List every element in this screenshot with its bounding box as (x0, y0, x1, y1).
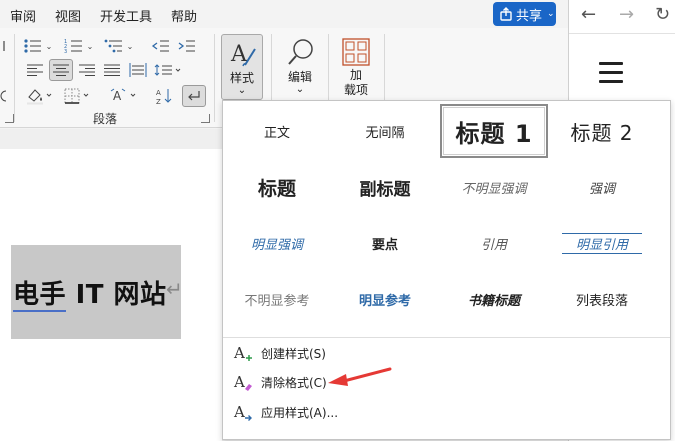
addins-button-label: 加 载项 (336, 68, 376, 98)
align-left-icon[interactable] (24, 60, 46, 80)
paragraph-dialog-launcher-icon[interactable] (201, 114, 210, 123)
browser-toolbar: ← → ↻ (569, 0, 675, 34)
style-book-title[interactable]: 书籍标题 (440, 275, 548, 323)
style-subtitle[interactable]: 副标题 (331, 163, 439, 211)
annotation-arrow-icon (328, 367, 392, 386)
apply-styles-command[interactable]: A 应用样式(A)... (233, 398, 533, 426)
styles-icon: A (230, 42, 256, 67)
apply-styles-label: 应用样式(A)... (261, 405, 339, 420)
ribbon-edge-icon[interactable] (0, 86, 8, 106)
menu-bar: 审阅 视图 开发工具 帮助 共享 ⌄ (0, 0, 568, 28)
style-subtle-reference[interactable]: 不明显参考 (223, 275, 331, 323)
justify-icon[interactable] (101, 60, 123, 80)
svg-text:Z: Z (156, 98, 161, 105)
addins-button[interactable]: 加 载项 (336, 34, 376, 104)
apply-styles-icon: A (233, 403, 252, 421)
styles-gallery-dropdown: 正文 无间隔 标题 1 标题 2 标题 副标题 不明显强调 强调 明显强调 要点… (222, 100, 671, 440)
sort-icon[interactable]: AZ (154, 86, 176, 106)
font-dialog-launcher-icon[interactable] (5, 114, 14, 123)
multilevel-list-icon[interactable] (103, 36, 125, 56)
decrease-indent-icon[interactable] (150, 36, 172, 56)
create-style-icon: A (233, 344, 252, 362)
chevron-down-icon[interactable]: ⌄ (44, 36, 54, 56)
document-text-rest: IT 网站 (66, 280, 167, 310)
style-no-spacing[interactable]: 无间隔 (331, 107, 439, 155)
show-marks-icon[interactable] (182, 85, 206, 107)
ribbon-edge-icon[interactable] (0, 36, 8, 56)
style-emphasis[interactable]: 强调 (548, 163, 656, 211)
distributed-icon[interactable] (127, 60, 149, 80)
eraser-icon: A (233, 373, 252, 391)
style-intense-quote-label: 明显引用 (561, 232, 642, 254)
style-heading-1[interactable]: 标题 1 (440, 104, 548, 158)
style-intense-quote[interactable]: 明显引用 (548, 219, 656, 267)
shading-icon[interactable] (24, 86, 54, 106)
style-title[interactable]: 标题 (223, 163, 331, 211)
reload-icon[interactable]: ↻ (655, 4, 670, 25)
editing-button-label: 编辑 (287, 70, 312, 84)
document-text[interactable]: 电手 IT 网站 (13, 274, 167, 312)
menu-developer[interactable]: 开发工具 (100, 6, 152, 25)
document-text-underlined: 电手 (13, 280, 67, 312)
chevron-down-icon: ⌄ (547, 9, 555, 19)
style-intense-emphasis[interactable]: 明显强调 (223, 219, 331, 267)
style-intense-reference[interactable]: 明显参考 (331, 275, 439, 323)
svg-text:A: A (233, 373, 245, 391)
line-spacing-icon[interactable] (153, 60, 183, 80)
style-strong[interactable]: 要点 (331, 219, 439, 267)
paragraph-group-label: 段落 (93, 112, 118, 126)
bullets-icon[interactable] (22, 36, 44, 56)
ribbon-divider (214, 34, 215, 122)
char-spacing-icon[interactable]: A (108, 86, 138, 106)
forward-arrow-icon[interactable]: → (619, 4, 634, 25)
svg-text:A: A (233, 344, 245, 362)
editing-button[interactable]: 编辑 ⌄ (280, 34, 320, 100)
style-quote[interactable]: 引用 (440, 219, 548, 267)
style-normal[interactable]: 正文 (223, 107, 331, 155)
back-arrow-icon[interactable]: ← (581, 4, 596, 25)
svg-text:A: A (156, 89, 161, 97)
styles-button-label: 样式 (229, 71, 254, 85)
style-subtle-emphasis[interactable]: 不明显强调 (440, 163, 548, 211)
share-button[interactable]: 共享 ⌄ (493, 2, 556, 26)
share-icon (500, 7, 512, 21)
addins-icon (342, 38, 370, 66)
create-style-label: 创建样式(S) (261, 346, 326, 361)
menu-review[interactable]: 审阅 (10, 6, 36, 25)
align-right-icon[interactable] (76, 60, 98, 80)
increase-indent-icon[interactable] (176, 36, 198, 56)
clear-formatting-label: 清除格式(C) (261, 375, 327, 390)
create-style-command[interactable]: A 创建样式(S) (233, 339, 533, 367)
chevron-down-icon[interactable]: ⌄ (85, 36, 95, 56)
svg-text:A: A (233, 403, 245, 421)
search-icon (288, 39, 313, 65)
paragraph-mark: ↵ (166, 277, 183, 301)
gallery-divider (223, 337, 670, 338)
addins-label-line1: 加 (349, 68, 362, 82)
ribbon-divider (14, 34, 15, 122)
style-list-paragraph[interactable]: 列表段落 (548, 275, 656, 323)
addins-label-line2: 载项 (343, 83, 368, 97)
svg-text:A: A (113, 89, 122, 103)
chevron-down-icon: ⌄ (237, 85, 247, 96)
chevron-down-icon: ⌄ (295, 84, 305, 95)
chevron-down-icon[interactable]: ⌄ (125, 36, 135, 56)
borders-icon[interactable] (62, 86, 92, 106)
numbering-icon[interactable]: 123 (63, 36, 85, 56)
share-label: 共享 (516, 8, 543, 24)
menu-view[interactable]: 视图 (55, 6, 81, 25)
style-heading-2[interactable]: 标题 2 (548, 107, 656, 155)
hamburger-menu-icon[interactable] (599, 62, 623, 89)
align-center-icon[interactable] (49, 59, 73, 81)
styles-button[interactable]: A 样式 ⌄ (221, 34, 263, 100)
menu-help[interactable]: 帮助 (171, 6, 197, 25)
svg-text:3: 3 (64, 49, 67, 54)
